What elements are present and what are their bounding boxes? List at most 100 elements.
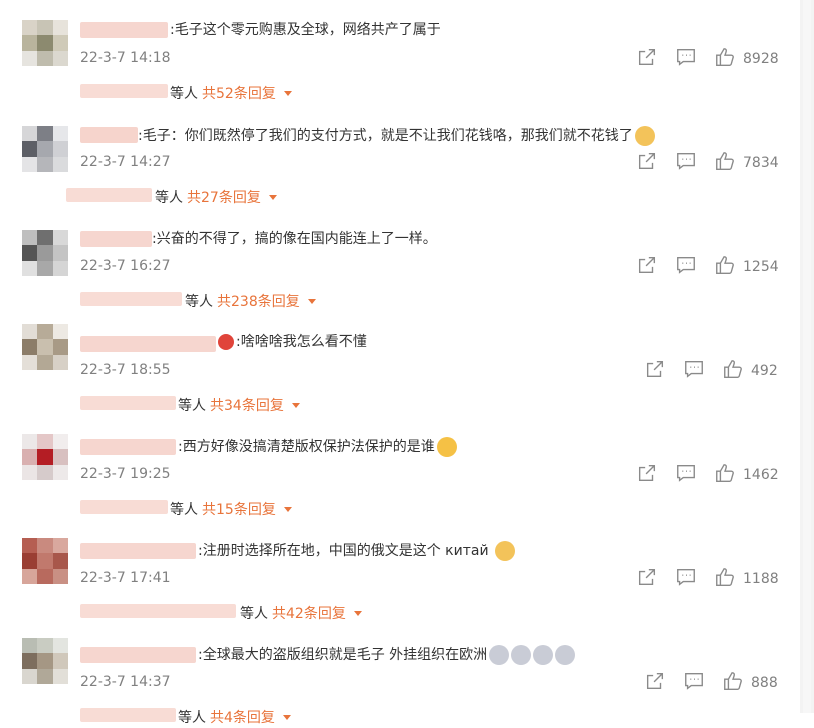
- replier-blurred[interactable]: [80, 604, 236, 618]
- username-blurred[interactable]: [80, 22, 168, 38]
- comment-time: 22-3-7 18:55: [80, 362, 171, 378]
- avatar[interactable]: [22, 538, 68, 584]
- replier-blurred[interactable]: [80, 708, 176, 722]
- avatar[interactable]: [22, 638, 68, 684]
- thumbs-up-icon[interactable]: [714, 462, 738, 486]
- comment-time: 22-3-7 17:41: [80, 570, 171, 586]
- username-blurred[interactable]: [80, 231, 152, 247]
- replier-blurred[interactable]: [80, 396, 176, 410]
- like-count: 7834: [743, 155, 779, 171]
- reply-etc: 等人: [155, 190, 183, 206]
- share-icon[interactable]: [636, 254, 660, 278]
- pleading-emoji-icon: [511, 645, 532, 665]
- avatar[interactable]: [22, 126, 68, 172]
- share-icon[interactable]: [644, 670, 668, 694]
- caret-down-icon[interactable]: [282, 714, 291, 720]
- reply-summary[interactable]: 等人 共34条回复: [178, 395, 300, 415]
- reply-summary[interactable]: 等人 共15条回复: [170, 499, 292, 519]
- reply-count-link[interactable]: 共34条回复: [210, 395, 284, 415]
- drool-emoji-icon: [436, 437, 457, 457]
- reply-summary[interactable]: 等人 共238条回复: [185, 291, 316, 311]
- comment-icon[interactable]: [675, 46, 699, 70]
- reply-etc: 等人: [240, 606, 268, 622]
- reply-count-link[interactable]: 共15条回复: [202, 499, 276, 519]
- like-count: 492: [751, 363, 778, 379]
- reply-count-link[interactable]: 共27条回复: [187, 187, 261, 207]
- crown-emoji-icon: [218, 334, 234, 350]
- comment-icon[interactable]: [675, 254, 699, 278]
- username-blurred[interactable]: [80, 543, 196, 559]
- comment-text: :全球最大的盗版组织就是毛子 外挂组织在欧洲: [198, 645, 576, 665]
- username-blurred[interactable]: [80, 439, 176, 455]
- comment-icon[interactable]: [675, 566, 699, 590]
- reply-summary[interactable]: 等人 共42条回复: [240, 603, 362, 623]
- username-blurred[interactable]: [80, 127, 138, 143]
- comment-time: 22-3-7 14:18: [80, 50, 171, 66]
- username-blurred[interactable]: [80, 336, 216, 352]
- reply-etc: 等人: [178, 398, 206, 414]
- like-count: 888: [751, 675, 778, 691]
- doge-emoji-icon: [494, 541, 515, 561]
- comment-icon[interactable]: [683, 358, 707, 382]
- comment-icon[interactable]: [675, 150, 699, 174]
- comment-item: :啥啥啥我怎么看不懂 22-3-7 18:55 492 等人 共34条回复: [0, 312, 800, 416]
- comment-item: :注册时选择所在地，中国的俄文是这个 китай 22-3-7 17:41 11…: [0, 520, 800, 624]
- comment-icon[interactable]: [683, 670, 707, 694]
- thumbs-up-icon[interactable]: [714, 254, 738, 278]
- reply-etc: 等人: [170, 86, 198, 102]
- thumbs-up-icon[interactable]: [714, 566, 738, 590]
- share-icon[interactable]: [636, 150, 660, 174]
- comment-text: :毛子这个零元购惠及全球，网络共产了属于: [170, 22, 441, 38]
- reply-summary[interactable]: 等人 共52条回复: [170, 83, 292, 103]
- comment-text: :兴奋的不得了，搞的像在国内能连上了一样。: [152, 231, 437, 247]
- reply-etc: 等人: [170, 502, 198, 518]
- comment-text: :毛子：你们既然停了我们的支付方式，就是不让我们花钱咯，那我们就不花钱了: [138, 126, 655, 146]
- like-count: 1254: [743, 259, 779, 275]
- username-blurred[interactable]: [80, 647, 196, 663]
- doge-emoji-icon: [634, 126, 655, 146]
- like-count: 1462: [743, 467, 779, 483]
- thumbs-up-icon[interactable]: [722, 358, 746, 382]
- pleading-emoji-icon: [533, 645, 554, 665]
- reply-count-link[interactable]: 共4条回复: [210, 707, 275, 727]
- reply-etc: 等人: [185, 294, 213, 310]
- avatar[interactable]: [22, 20, 68, 66]
- comment-time: 22-3-7 14:27: [80, 154, 171, 170]
- reply-count-link[interactable]: 共52条回复: [202, 83, 276, 103]
- comment-time: 22-3-7 19:25: [80, 466, 171, 482]
- thumbs-up-icon[interactable]: [714, 46, 738, 70]
- comment-time: 22-3-7 14:37: [80, 674, 171, 690]
- caret-down-icon[interactable]: [307, 298, 316, 304]
- reply-count-link[interactable]: 共42条回复: [272, 603, 346, 623]
- avatar[interactable]: [22, 434, 68, 480]
- replier-blurred[interactable]: [80, 292, 182, 306]
- share-icon[interactable]: [644, 358, 668, 382]
- thumbs-up-icon[interactable]: [722, 670, 746, 694]
- comment-item: :全球最大的盗版组织就是毛子 外挂组织在欧洲 22-3-7 14:37 888 …: [0, 624, 800, 728]
- scrollbar[interactable]: [800, 0, 814, 713]
- avatar[interactable]: [22, 324, 68, 370]
- comment-item: :兴奋的不得了，搞的像在国内能连上了一样。 22-3-7 16:27 1254 …: [0, 208, 800, 312]
- replier-blurred[interactable]: [66, 188, 152, 202]
- caret-down-icon[interactable]: [353, 610, 362, 616]
- comment-item: :西方好像没搞清楚版权保护法保护的是谁 22-3-7 19:25 1462 等人…: [0, 416, 800, 520]
- share-icon[interactable]: [636, 46, 660, 70]
- reply-summary[interactable]: 等人 共4条回复: [178, 707, 291, 727]
- like-count: 1188: [743, 571, 779, 587]
- caret-down-icon[interactable]: [268, 194, 277, 200]
- caret-down-icon[interactable]: [283, 506, 292, 512]
- caret-down-icon[interactable]: [283, 90, 292, 96]
- comment-text: :啥啥啥我怎么看不懂: [218, 333, 367, 351]
- caret-down-icon[interactable]: [291, 402, 300, 408]
- reply-count-link[interactable]: 共238条回复: [217, 291, 300, 311]
- share-icon[interactable]: [636, 566, 660, 590]
- comment-icon[interactable]: [675, 462, 699, 486]
- replier-blurred[interactable]: [80, 500, 168, 514]
- share-icon[interactable]: [636, 462, 660, 486]
- replier-blurred[interactable]: [80, 84, 168, 98]
- avatar[interactable]: [22, 230, 68, 276]
- reply-summary[interactable]: 等人 共27条回复: [155, 187, 277, 207]
- thumbs-up-icon[interactable]: [714, 150, 738, 174]
- comment-time: 22-3-7 16:27: [80, 258, 171, 274]
- scrollbar-thumb[interactable]: [803, 0, 811, 713]
